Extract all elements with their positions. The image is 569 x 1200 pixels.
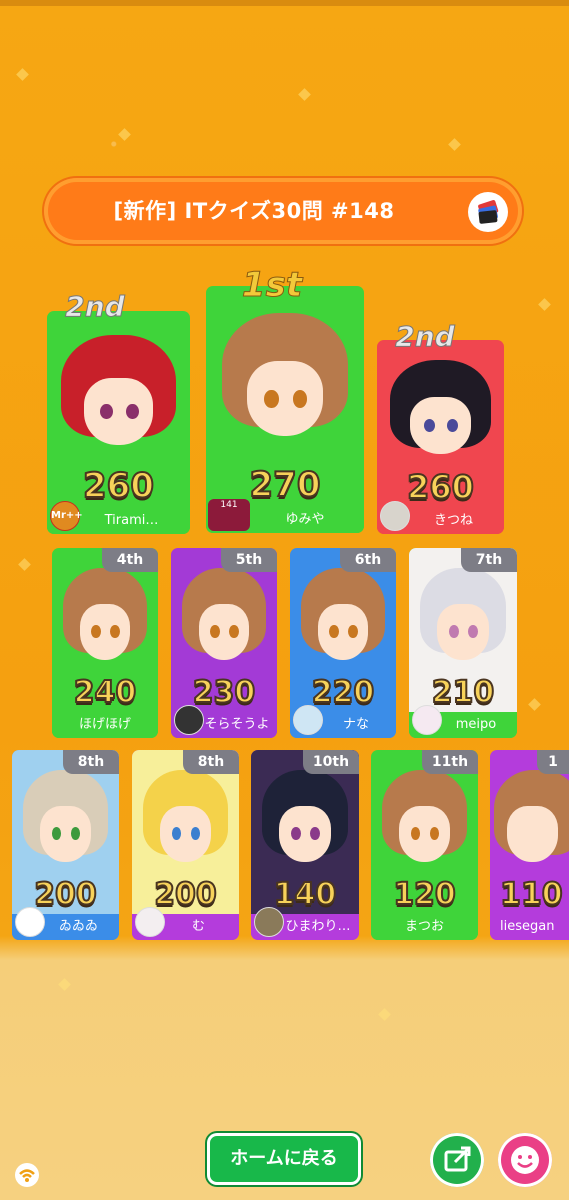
player-avatar [174,705,204,735]
sparkle-decoration [16,68,29,81]
quiz-book-icon[interactable] [468,192,508,232]
quiz-title-bar: [新作] ITクイズ30問 #148 [44,178,522,244]
score-value: 120 [392,876,457,913]
sparkle-decoration [58,978,71,991]
rank-label: 5th [221,548,277,572]
player-avatar [254,907,284,937]
player-name: きつね [433,513,473,528]
ranking-card-8a[interactable]: 200 ゐゐゐ 8th [12,750,119,940]
score-value: 260 [82,465,155,507]
player-name: そらそうよ [204,717,270,732]
quiz-title: [新作] ITクイズ30問 #148 [113,199,395,223]
sparkle-decoration [448,138,461,151]
rank-label: 10th [303,750,359,774]
sparkle-decoration [18,558,31,571]
player-avatar [380,501,410,531]
rank-label: 8th [63,750,119,774]
ranking-card-8b[interactable]: 200 む 8th [132,750,239,940]
home-button[interactable]: ホームに戻る [207,1133,361,1185]
player-avatar [135,907,165,937]
stamp-button[interactable] [498,1133,552,1187]
player-name: ゆみや [285,512,325,527]
ranking-card-5[interactable]: 230 そらそうよ 5th [171,548,277,738]
ranking-card-4[interactable]: 240 ほげほげ 4th [52,548,158,738]
avatar-level: 141 [220,500,238,510]
player-avatar [412,705,442,735]
sparkle-decoration [378,1008,391,1021]
player-name: ナな [342,717,369,732]
ranking-card-7[interactable]: 210 meipo 7th [409,548,517,738]
ranking-card-10[interactable]: 140 ひまわり… 10th [251,750,359,940]
ranking-card-12[interactable]: 110 liesegan 1 [490,750,569,940]
player-name: ほげほげ [78,717,131,732]
results-screen: [新作] ITクイズ30問 #148 260 Mr++ Tirami… 2nd [0,0,569,1200]
rank-laurel: 1st [241,265,303,306]
podium-card-center[interactable]: 270 141 ゆみや [206,286,364,533]
share-button[interactable] [430,1133,484,1187]
sparkle-decoration [298,88,311,101]
rank-label: 8th [183,750,239,774]
podium-card-left[interactable]: 260 Mr++ Tirami… [47,311,190,534]
rank-label: 1 [537,750,569,774]
podium-card-right[interactable]: 260 きつね [377,340,504,534]
player-avatar: 141 [208,499,250,531]
sparkle-decoration [118,128,131,141]
player-name: Tirami… [104,513,159,528]
ranking-card-11[interactable]: 120 まつお 11th [371,750,478,940]
score-value: 240 [73,674,138,711]
top-edge [0,0,569,6]
wifi-icon [14,1162,40,1188]
player-name: む [191,919,205,934]
player-name: meipo [455,717,497,732]
score-value: 110 [499,876,564,913]
player-name: まつお [404,919,444,934]
rank-label: 6th [340,548,396,572]
rank-label: 7th [461,548,517,572]
rank-laurel: 2nd [395,320,455,354]
player-name: ゐゐゐ [58,919,98,934]
rank-label: 4th [102,548,158,572]
smile-stamp-icon [511,1146,539,1174]
player-avatar [293,705,323,735]
share-icon [444,1146,471,1172]
player-avatar [15,907,45,937]
sparkle-decoration [528,698,541,711]
sparkle-decoration [538,298,551,311]
ranking-card-6[interactable]: 220 ナな 6th [290,548,396,738]
rank-label: 11th [422,750,478,774]
player-name: ひまわり… [285,919,351,934]
rank-laurel: 2nd [65,290,125,324]
player-name: liesegan [500,919,555,934]
player-avatar: Mr++ [50,501,83,531]
